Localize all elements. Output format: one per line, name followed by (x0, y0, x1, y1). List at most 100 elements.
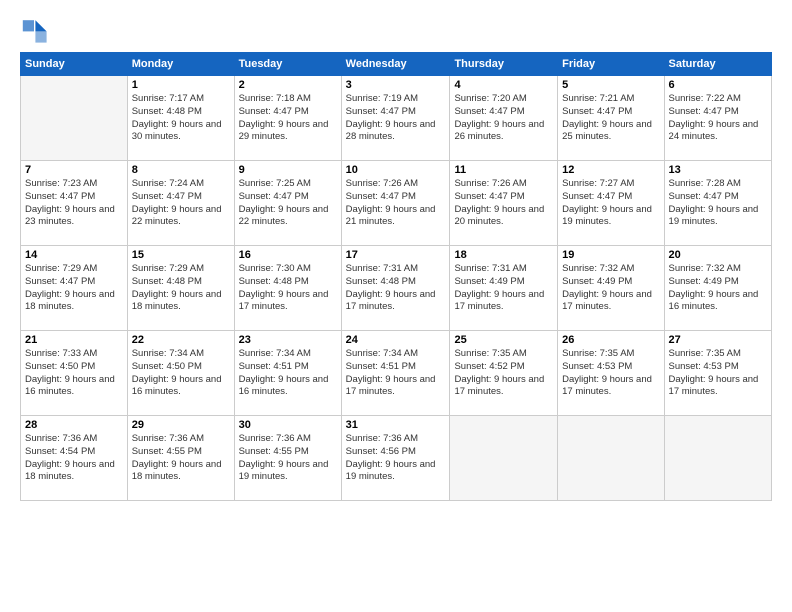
day-number: 21 (25, 334, 123, 346)
day-number: 14 (25, 249, 123, 261)
day-number: 23 (239, 334, 337, 346)
calendar-cell: 4 Sunrise: 7:20 AMSunset: 4:47 PMDaylight… (450, 76, 558, 161)
day-info: Sunrise: 7:29 AMSunset: 4:48 PMDaylight:… (132, 263, 230, 314)
day-number: 4 (454, 79, 553, 91)
day-info: Sunrise: 7:34 AMSunset: 4:51 PMDaylight:… (346, 348, 446, 399)
calendar-cell: 28Sunrise: 7:36 AMSunset: 4:54 PMDayligh… (21, 416, 128, 501)
calendar-cell: 31Sunrise: 7:36 AMSunset: 4:56 PMDayligh… (341, 416, 450, 501)
day-number: 28 (25, 419, 123, 431)
day-info: Sunrise: 7:35 AMSunset: 4:52 PMDaylight:… (454, 348, 553, 399)
day-number: 1 (132, 79, 230, 91)
day-number: 24 (346, 334, 446, 346)
day-number: 5 (562, 79, 659, 91)
weekday-header: Sunday (21, 53, 128, 76)
calendar-cell: 17Sunrise: 7:31 AMSunset: 4:48 PMDayligh… (341, 246, 450, 331)
calendar-cell: 23 Sunrise: 7:34 AMSunset: 4:51 PMDayligh… (234, 331, 341, 416)
day-info: Sunrise: 7:31 AMSunset: 4:49 PMDaylight:… (454, 263, 553, 314)
day-number: 10 (346, 164, 446, 176)
day-info: Sunrise: 7:32 AMSunset: 4:49 PMDaylight:… (669, 263, 767, 314)
day-info: Sunrise: 7:28 AMSunset: 4:47 PMDaylight:… (669, 178, 767, 229)
day-number: 9 (239, 164, 337, 176)
calendar-table: SundayMondayTuesdayWednesdayThursdayFrid… (20, 52, 772, 501)
calendar-cell (21, 76, 128, 161)
weekday-header: Thursday (450, 53, 558, 76)
calendar-cell: 13Sunrise: 7:28 AMSunset: 4:47 PMDayligh… (664, 161, 771, 246)
day-info: Sunrise: 7:27 AMSunset: 4:47 PMDaylight:… (562, 178, 659, 229)
calendar-cell: 9 Sunrise: 7:25 AMSunset: 4:47 PMDaylight… (234, 161, 341, 246)
calendar-cell: 8 Sunrise: 7:24 AMSunset: 4:47 PMDaylight… (127, 161, 234, 246)
day-info: Sunrise: 7:22 AMSunset: 4:47 PMDaylight:… (669, 93, 767, 144)
day-info: Sunrise: 7:17 AMSunset: 4:48 PMDaylight:… (132, 93, 230, 144)
day-info: Sunrise: 7:23 AMSunset: 4:47 PMDaylight:… (25, 178, 123, 229)
day-number: 18 (454, 249, 553, 261)
day-info: Sunrise: 7:36 AMSunset: 4:55 PMDaylight:… (132, 433, 230, 484)
day-number: 31 (346, 419, 446, 431)
calendar-cell: 5 Sunrise: 7:21 AMSunset: 4:47 PMDaylight… (558, 76, 664, 161)
day-number: 26 (562, 334, 659, 346)
calendar-cell: 24 Sunrise: 7:34 AMSunset: 4:51 PMDayligh… (341, 331, 450, 416)
day-number: 25 (454, 334, 553, 346)
day-info: Sunrise: 7:33 AMSunset: 4:50 PMDaylight:… (25, 348, 123, 399)
day-number: 2 (239, 79, 337, 91)
day-info: Sunrise: 7:32 AMSunset: 4:49 PMDaylight:… (562, 263, 659, 314)
day-info: Sunrise: 7:26 AMSunset: 4:47 PMDaylight:… (346, 178, 446, 229)
weekday-header: Monday (127, 53, 234, 76)
day-number: 6 (669, 79, 767, 91)
day-info: Sunrise: 7:19 AMSunset: 4:47 PMDaylight:… (346, 93, 446, 144)
calendar-week-row: 1 Sunrise: 7:17 AMSunset: 4:48 PMDaylight… (21, 76, 772, 161)
calendar-cell: 3 Sunrise: 7:19 AMSunset: 4:47 PMDaylight… (341, 76, 450, 161)
day-number: 22 (132, 334, 230, 346)
calendar-header: SundayMondayTuesdayWednesdayThursdayFrid… (21, 53, 772, 76)
calendar-cell: 12Sunrise: 7:27 AMSunset: 4:47 PMDayligh… (558, 161, 664, 246)
day-info: Sunrise: 7:34 AMSunset: 4:50 PMDaylight:… (132, 348, 230, 399)
day-number: 7 (25, 164, 123, 176)
calendar-cell: 29 Sunrise: 7:36 AMSunset: 4:55 PMDayligh… (127, 416, 234, 501)
day-number: 16 (239, 249, 337, 261)
day-number: 3 (346, 79, 446, 91)
day-info: Sunrise: 7:18 AMSunset: 4:47 PMDaylight:… (239, 93, 337, 144)
calendar-cell: 16 Sunrise: 7:30 AMSunset: 4:48 PMDayligh… (234, 246, 341, 331)
day-number: 29 (132, 419, 230, 431)
day-number: 15 (132, 249, 230, 261)
header (20, 16, 772, 44)
calendar-cell: 20 Sunrise: 7:32 AMSunset: 4:49 PMDayligh… (664, 246, 771, 331)
day-number: 20 (669, 249, 767, 261)
calendar-cell: 11 Sunrise: 7:26 AMSunset: 4:47 PMDayligh… (450, 161, 558, 246)
day-info: Sunrise: 7:35 AMSunset: 4:53 PMDaylight:… (562, 348, 659, 399)
calendar-week-row: 14Sunrise: 7:29 AMSunset: 4:47 PMDayligh… (21, 246, 772, 331)
weekday-header: Friday (558, 53, 664, 76)
weekday-header: Tuesday (234, 53, 341, 76)
weekday-row: SundayMondayTuesdayWednesdayThursdayFrid… (21, 53, 772, 76)
calendar-cell: 22 Sunrise: 7:34 AMSunset: 4:50 PMDayligh… (127, 331, 234, 416)
day-info: Sunrise: 7:26 AMSunset: 4:47 PMDaylight:… (454, 178, 553, 229)
calendar-cell: 15 Sunrise: 7:29 AMSunset: 4:48 PMDayligh… (127, 246, 234, 331)
calendar-cell: 30 Sunrise: 7:36 AMSunset: 4:55 PMDayligh… (234, 416, 341, 501)
day-info: Sunrise: 7:30 AMSunset: 4:48 PMDaylight:… (239, 263, 337, 314)
calendar-cell: 14Sunrise: 7:29 AMSunset: 4:47 PMDayligh… (21, 246, 128, 331)
day-number: 11 (454, 164, 553, 176)
weekday-header: Saturday (664, 53, 771, 76)
calendar-cell: 19Sunrise: 7:32 AMSunset: 4:49 PMDayligh… (558, 246, 664, 331)
calendar-cell (558, 416, 664, 501)
day-info: Sunrise: 7:31 AMSunset: 4:48 PMDaylight:… (346, 263, 446, 314)
day-number: 30 (239, 419, 337, 431)
logo (20, 16, 52, 44)
day-info: Sunrise: 7:34 AMSunset: 4:51 PMDaylight:… (239, 348, 337, 399)
calendar-cell: 2 Sunrise: 7:18 AMSunset: 4:47 PMDaylight… (234, 76, 341, 161)
calendar-cell: 7 Sunrise: 7:23 AMSunset: 4:47 PMDaylight… (21, 161, 128, 246)
page: SundayMondayTuesdayWednesdayThursdayFrid… (0, 0, 792, 612)
calendar-body: 1 Sunrise: 7:17 AMSunset: 4:48 PMDaylight… (21, 76, 772, 501)
calendar-cell: 21 Sunrise: 7:33 AMSunset: 4:50 PMDayligh… (21, 331, 128, 416)
calendar-week-row: 7 Sunrise: 7:23 AMSunset: 4:47 PMDaylight… (21, 161, 772, 246)
calendar-cell: 25 Sunrise: 7:35 AMSunset: 4:52 PMDayligh… (450, 331, 558, 416)
calendar-cell: 26 Sunrise: 7:35 AMSunset: 4:53 PMDayligh… (558, 331, 664, 416)
day-info: Sunrise: 7:36 AMSunset: 4:55 PMDaylight:… (239, 433, 337, 484)
calendar-cell: 18 Sunrise: 7:31 AMSunset: 4:49 PMDayligh… (450, 246, 558, 331)
day-info: Sunrise: 7:20 AMSunset: 4:47 PMDaylight:… (454, 93, 553, 144)
day-number: 8 (132, 164, 230, 176)
day-info: Sunrise: 7:25 AMSunset: 4:47 PMDaylight:… (239, 178, 337, 229)
logo-icon (20, 16, 48, 44)
day-info: Sunrise: 7:24 AMSunset: 4:47 PMDaylight:… (132, 178, 230, 229)
day-info: Sunrise: 7:21 AMSunset: 4:47 PMDaylight:… (562, 93, 659, 144)
weekday-header: Wednesday (341, 53, 450, 76)
